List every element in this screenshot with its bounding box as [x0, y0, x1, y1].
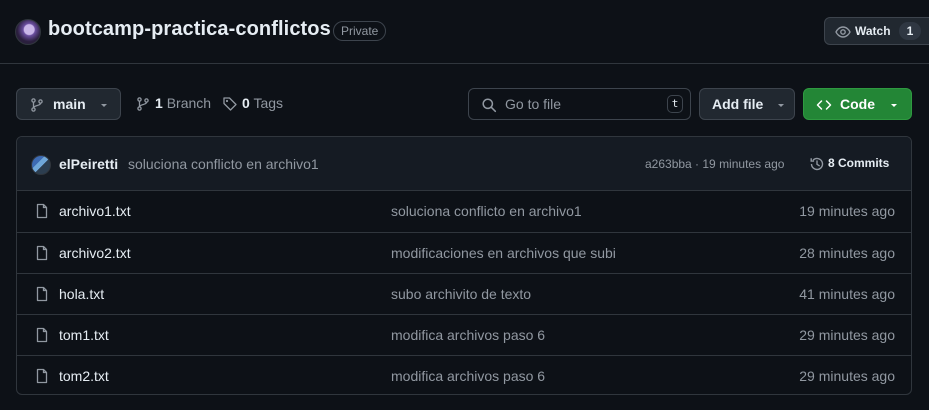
author-avatar[interactable]	[31, 155, 51, 175]
file-commit-message-link[interactable]: subo archivito de texto	[391, 286, 531, 302]
file-commit-message-link[interactable]: modifica archivos paso 6	[391, 327, 545, 343]
keyboard-shortcut-hint: t	[667, 95, 683, 113]
file-name-link[interactable]: tom2.txt	[59, 368, 109, 384]
go-to-file-search[interactable]: t	[468, 88, 691, 120]
file-icon	[34, 286, 50, 302]
branches-count: 1	[155, 95, 163, 111]
code-label: Code	[840, 96, 875, 112]
file-name-link[interactable]: archivo1.txt	[59, 203, 131, 219]
branches-link[interactable]: 1 Branch	[135, 95, 211, 111]
chevron-down-icon	[96, 97, 112, 113]
file-list: elPeiretti soluciona conflicto en archiv…	[16, 136, 912, 395]
chevron-down-icon	[886, 97, 902, 113]
file-commit-date: 19 minutes ago	[799, 203, 895, 219]
owner-avatar[interactable]	[15, 19, 41, 45]
file-row[interactable]: tom1.txt modifica archivos paso 6 29 min…	[17, 314, 911, 355]
watch-label: Watch	[855, 24, 891, 38]
file-commit-date: 41 minutes ago	[799, 286, 895, 302]
eye-icon	[835, 24, 851, 40]
tags-link[interactable]: 0 Tags	[222, 95, 283, 111]
file-commit-date: 29 minutes ago	[799, 327, 895, 343]
go-to-file-input[interactable]	[505, 94, 645, 114]
watch-count: 1	[899, 22, 921, 40]
branch-selector-button[interactable]: main	[16, 88, 121, 120]
tags-label: Tags	[253, 95, 284, 111]
tags-count: 0	[242, 95, 250, 111]
code-icon	[816, 97, 832, 113]
file-commit-date: 28 minutes ago	[799, 245, 895, 261]
file-icon	[34, 203, 50, 219]
file-commit-message-link[interactable]: soluciona conflicto en archivo1	[391, 203, 582, 219]
repo-name-link[interactable]: bootcamp-practica-conflictos	[48, 18, 331, 41]
file-commit-date: 29 minutes ago	[799, 368, 895, 384]
repo-header: bootcamp-practica-conflictos Private Wat…	[0, 0, 929, 64]
file-icon	[34, 368, 50, 384]
file-commit-message-link[interactable]: modificaciones en archivos que subi	[391, 245, 616, 261]
latest-commit-bar: elPeiretti soluciona conflicto en archiv…	[17, 137, 911, 191]
commit-author-link[interactable]: elPeiretti	[59, 156, 118, 172]
branch-name: main	[53, 96, 86, 112]
git-branch-icon	[135, 96, 151, 112]
file-icon	[34, 327, 50, 343]
add-file-label: Add file	[712, 96, 764, 112]
file-icon	[34, 245, 50, 261]
watch-button[interactable]: Watch 1	[824, 17, 929, 45]
commit-message-link[interactable]: soluciona conflicto en archivo1	[128, 156, 319, 172]
file-row[interactable]: tom2.txt modifica archivos paso 6 29 min…	[17, 355, 911, 394]
file-commit-message-link[interactable]: modifica archivos paso 6	[391, 368, 545, 384]
git-branch-icon	[29, 97, 45, 113]
file-name-link[interactable]: archivo2.txt	[59, 245, 131, 261]
tag-icon	[222, 96, 238, 112]
commit-hash-time[interactable]: a263bba · 19 minutes ago	[645, 157, 784, 171]
code-button[interactable]: Code	[803, 88, 912, 120]
file-row[interactable]: archivo2.txt modificaciones en archivos …	[17, 232, 911, 273]
history-icon	[809, 156, 825, 172]
chevron-down-icon	[773, 97, 789, 113]
visibility-badge: Private	[333, 21, 387, 41]
file-name-link[interactable]: hola.txt	[59, 286, 104, 302]
add-file-button[interactable]: Add file	[699, 88, 795, 120]
branches-label: Branch	[166, 95, 212, 111]
commits-history-link[interactable]: 8 Commits	[809, 156, 889, 172]
file-row[interactable]: hola.txt subo archivito de texto 41 minu…	[17, 273, 911, 314]
search-icon	[481, 97, 497, 113]
file-row[interactable]: archivo1.txt soluciona conflicto en arch…	[17, 191, 911, 232]
file-name-link[interactable]: tom1.txt	[59, 327, 109, 343]
